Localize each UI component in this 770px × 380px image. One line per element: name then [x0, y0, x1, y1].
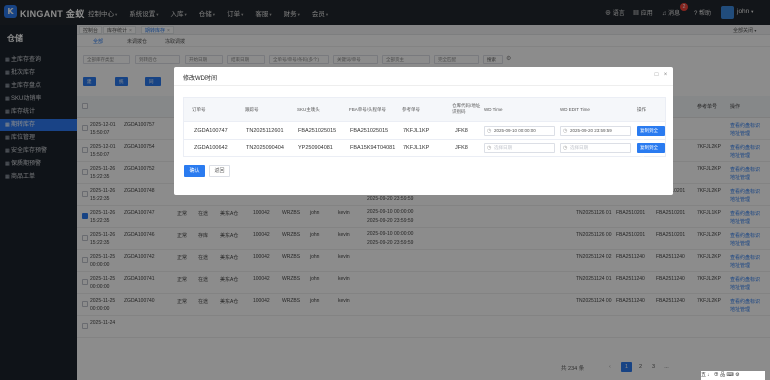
wd-edit-time-picker[interactable]: ◷ 选择日期: [560, 143, 631, 153]
header-wd-time: WD Time: [484, 107, 503, 112]
warehouse-code: JFK8: [455, 128, 468, 134]
dialog-divider: [174, 85, 673, 86]
wd-time-table: 订单号 跟踪号 SKU主唛头 FBA单号/头程单号 参考单号 仓库代码/地址识别…: [183, 97, 666, 160]
table-row: ZGDA100642 TN2025090404 YP250904081 FBA1…: [184, 140, 665, 160]
wd-time-picker[interactable]: ◷ 2025-09-10 00:00:00: [484, 126, 555, 136]
tracking-number: TN2025112601: [246, 128, 284, 134]
order-number: ZGDA100642: [194, 145, 228, 151]
sku-mark: YP250904081: [298, 145, 333, 151]
sku-mark: FBA251025015: [298, 128, 337, 134]
edit-wd-time-dialog: 修改WD时间 □ × 订单号 跟踪号 SKU主唛头 FBA单号/头程单号 参考单…: [174, 67, 673, 195]
header-sku-mark: SKU主唛头: [297, 107, 320, 112]
dialog-table-header: 订单号 跟踪号 SKU主唛头 FBA单号/头程单号 参考单号 仓库代码/地址识别…: [184, 98, 665, 122]
close-icon[interactable]: ×: [662, 72, 669, 79]
clock-icon: ◷: [487, 145, 492, 151]
table-row: ZGDA100747 TN2025112601 FBA251025015 FBA…: [184, 123, 665, 143]
copy-to-all-button[interactable]: 复制到全部: [637, 143, 665, 160]
back-button[interactable]: 返回: [209, 165, 230, 177]
header-fba-number: FBA单号/头程单号: [349, 107, 387, 112]
header-warehouse-code: 仓库代码/地址识别码: [452, 103, 481, 114]
header-order-number: 订单号: [192, 107, 206, 112]
confirm-button[interactable]: 确认: [184, 165, 205, 177]
clock-icon: ◷: [563, 145, 568, 151]
header-tracking-number: 跟踪号: [245, 107, 259, 112]
clock-icon: ◷: [487, 128, 492, 134]
maximize-icon[interactable]: □: [653, 72, 660, 79]
clock-icon: ◷: [563, 128, 568, 134]
ref-number: 7KFJL1KP: [403, 128, 430, 134]
copy-to-all-button[interactable]: 复制到全部: [637, 126, 665, 143]
header-ref-number: 参考单号: [402, 107, 420, 112]
ref-number: 7KFJL1KP: [403, 145, 430, 151]
wd-edit-time-picker[interactable]: ◷ 2025-09-20 23:59:59: [560, 126, 631, 136]
header-operation: 操作: [637, 107, 646, 112]
ime-toolbar[interactable]: 五 ♩ ⊕ 品 ⌨ ⚙: [701, 371, 765, 380]
wd-time-picker[interactable]: ◷ 选择日期: [484, 143, 555, 153]
header-wd-edit-time: WD EDIT Time: [560, 107, 590, 112]
tracking-number: TN2025090404: [246, 145, 284, 151]
warehouse-code: JFK8: [455, 145, 468, 151]
fba-number: FBA15K94T04081: [350, 145, 396, 151]
fba-number: FBA251025015: [350, 128, 389, 134]
dialog-title: 修改WD时间: [183, 76, 217, 82]
order-number: ZGDA100747: [194, 128, 228, 134]
